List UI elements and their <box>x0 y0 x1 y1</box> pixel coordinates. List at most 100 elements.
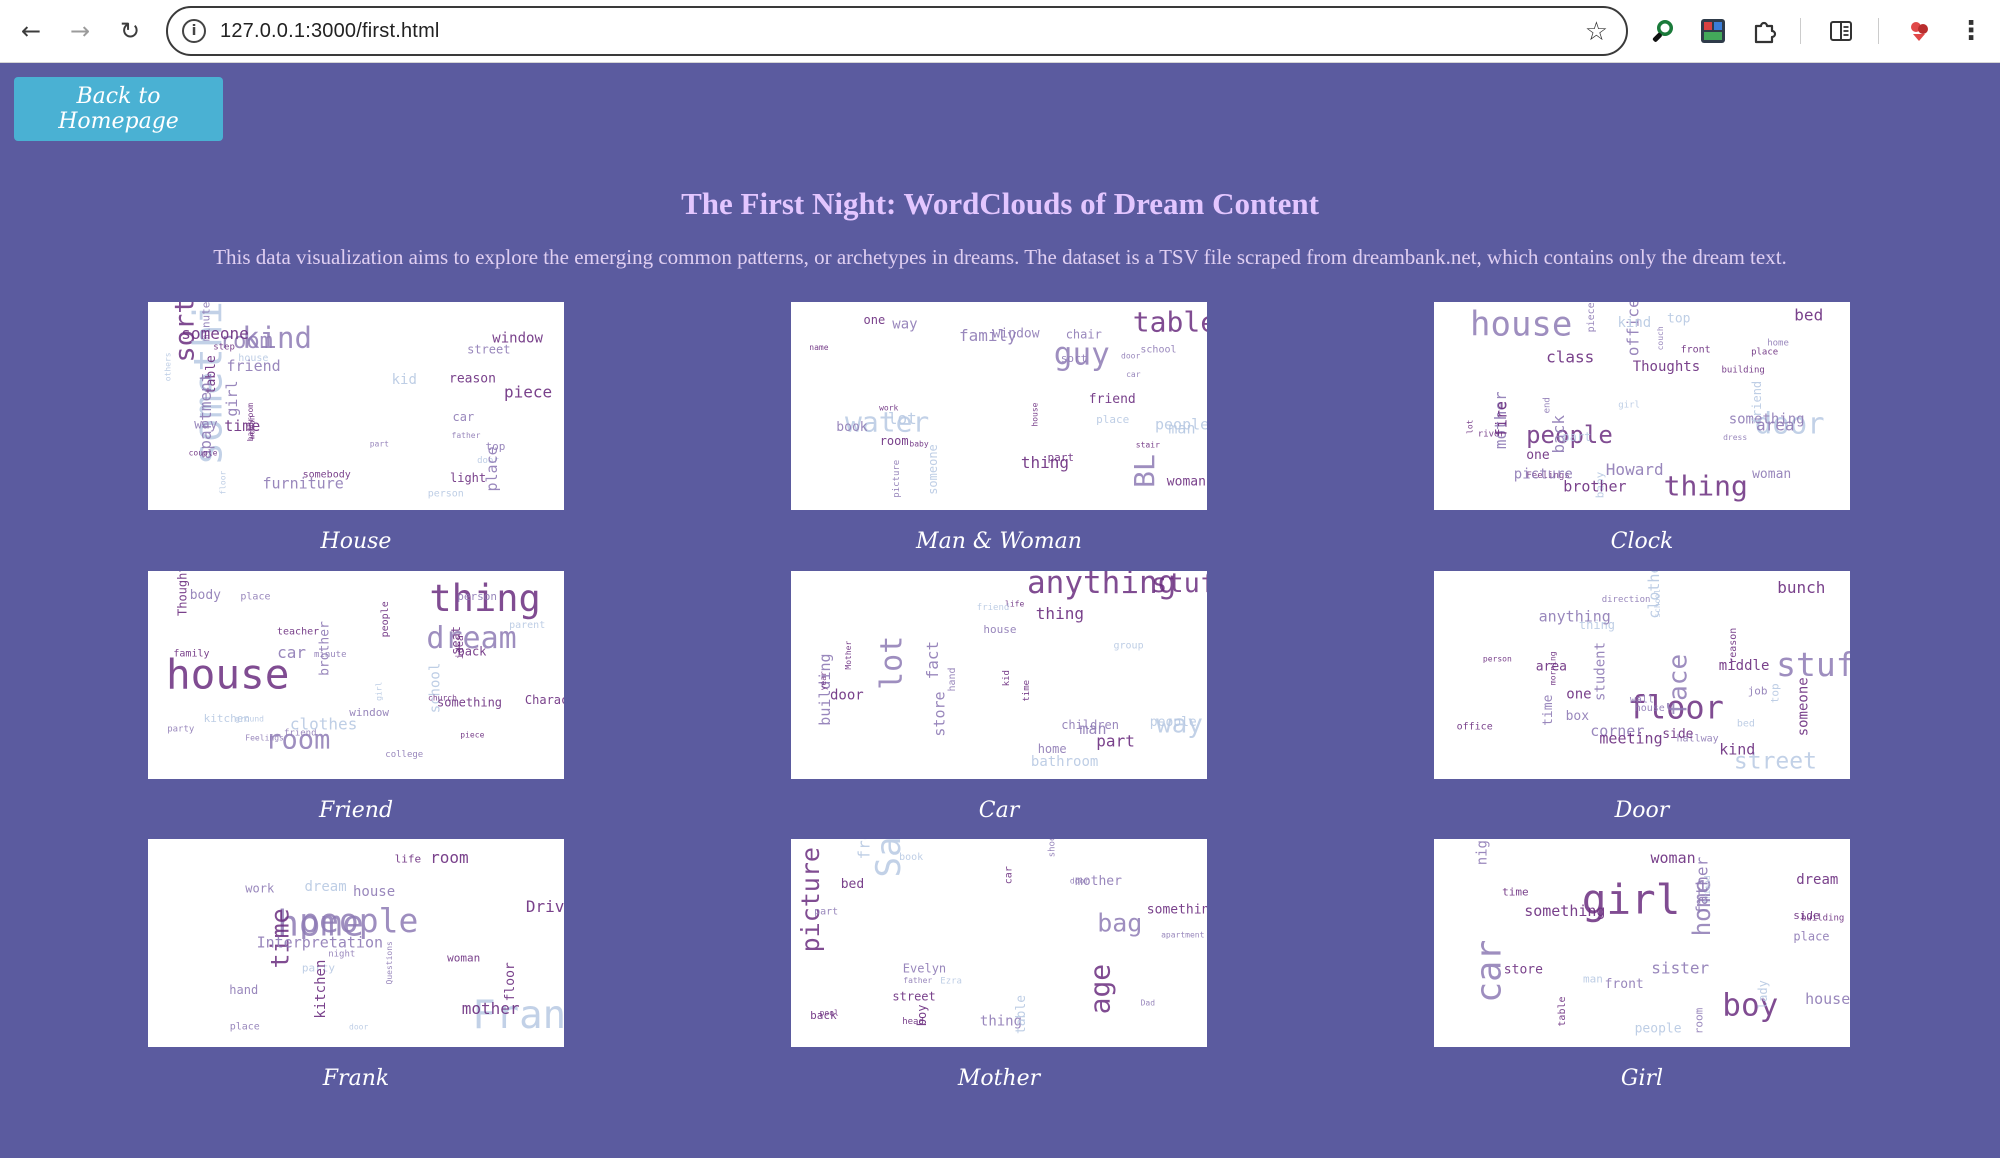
cloud-word: car <box>453 410 475 424</box>
cloud-word: Drivers <box>526 897 564 916</box>
cloud-word: face <box>1664 654 1694 717</box>
cloud-word: couple <box>189 449 218 458</box>
cloud-word: part <box>370 440 389 449</box>
wordcloud-image[interactable]: floorstuffstreetfacekindreasonhousething… <box>1434 571 1850 779</box>
wordcloud-card-friend: dream house thing room school friend something… <box>148 571 564 823</box>
cloud-word: lady <box>1756 980 1770 1009</box>
cloud-word: part <box>1563 430 1592 444</box>
wordcloud-image[interactable]: car boy girl home friend house time dream room ma… <box>1434 839 1850 1047</box>
cloud-word: someone <box>1795 677 1811 736</box>
cloud-word: fire <box>1492 401 1510 437</box>
cloud-word: something <box>1524 902 1605 920</box>
cloud-word: floor <box>218 470 227 494</box>
wordcloud-image[interactable]: dream house thing room school friend something… <box>148 571 564 779</box>
cloud-word: building <box>1722 366 1765 376</box>
cloud-word: area <box>1536 659 1567 674</box>
cloud-word: Interpretation <box>257 934 383 952</box>
cloud-word: person <box>428 489 464 500</box>
cloud-word: piece <box>504 383 552 402</box>
cloud-word: kid <box>392 372 417 388</box>
cloud-word: dream <box>305 879 347 895</box>
cloud-word: group <box>1114 641 1144 652</box>
cloud-word: side <box>1662 727 1693 742</box>
cloud-word: lot <box>1466 419 1475 434</box>
cloud-word: building <box>1801 913 1844 923</box>
cloud-word: book <box>836 420 867 435</box>
cloud-word: one <box>1526 448 1550 463</box>
wordcloud-image[interactable]: peopleFrankhometimeroomhousedreamworkmot… <box>148 839 564 1047</box>
cloud-word: name <box>809 343 828 352</box>
cloud-word: lot <box>875 636 910 690</box>
cloud-word: church <box>428 694 457 703</box>
cloud-word: table <box>1557 996 1568 1026</box>
cloud-word: thing <box>1036 604 1084 623</box>
cloud-word: time <box>1541 694 1556 725</box>
wordcloud-label: Clock <box>1610 529 1674 554</box>
cloud-word: time <box>1502 885 1529 898</box>
cloud-word: bed <box>1794 306 1823 325</box>
cloud-word: room <box>430 848 469 867</box>
cloud-word: street <box>467 343 510 357</box>
cloud-word: girl <box>374 681 383 700</box>
cloud-word: clothes <box>290 715 357 734</box>
cloud-word: year <box>819 671 828 690</box>
cloud-word: bag <box>1097 909 1142 938</box>
cloud-word: bunch <box>1777 578 1825 597</box>
cloud-word: man <box>1583 973 1603 986</box>
cloud-word: piece <box>1586 302 1597 332</box>
cloud-word: kitchen <box>313 960 329 1019</box>
cloud-word: someone <box>926 444 940 495</box>
wordcloud-image[interactable]: door house people thing something top home buil… <box>1434 302 1850 510</box>
wordcloud-label: Car <box>978 798 1020 823</box>
cloud-word: Feelings <box>245 734 284 743</box>
cloud-word: floor <box>503 962 518 1001</box>
cloud-word: chair <box>1066 328 1102 342</box>
cloud-word: ground <box>235 715 264 724</box>
cloud-word: back <box>458 645 488 659</box>
cloud-word: friend <box>227 357 281 375</box>
cloud-word: work <box>879 403 898 412</box>
cloud-word: family <box>173 649 209 660</box>
cloud-word: parent <box>509 620 545 631</box>
cloud-word: friend <box>1750 381 1764 424</box>
cloud-word: brother <box>1563 478 1626 496</box>
cloud-word: dream <box>1796 872 1838 888</box>
cloud-word: time <box>224 417 260 435</box>
wordcloud-image[interactable]: Samanthabagagepicturedoorbookfatherbedhe… <box>791 839 1207 1047</box>
cloud-word: part <box>1048 451 1075 464</box>
cloud-word: night <box>1475 839 1491 865</box>
wordcloud-label: Mother <box>957 1066 1041 1091</box>
cloud-word: student <box>1593 642 1609 701</box>
cloud-word: something <box>1147 902 1207 917</box>
cloud-word: dress <box>1723 433 1747 442</box>
cloud-word: hand <box>229 983 258 997</box>
cloud-word: friend <box>1089 392 1136 407</box>
cloud-word: place <box>1751 348 1778 358</box>
cloud-word: sister <box>1651 958 1709 977</box>
cloud-word: reason <box>449 371 496 386</box>
cloud-word: woman <box>1167 474 1206 489</box>
cloud-word: top <box>486 440 506 453</box>
cloud-word: brother <box>318 621 333 676</box>
cloud-word: friend <box>977 603 1010 613</box>
cloud-word: room <box>880 434 909 448</box>
cloud-word: end <box>1543 397 1553 413</box>
wordcloud-label: Friend <box>318 798 394 823</box>
cloud-word: family <box>959 326 1017 345</box>
cloud-word: stuff <box>1151 571 1207 599</box>
cloud-word: someone <box>181 324 248 343</box>
cloud-word: kind <box>1618 315 1652 331</box>
cloud-word: party <box>167 725 195 735</box>
wordcloud-image[interactable]: BLwaterguytablefrienddoormancarhousethin… <box>791 302 1207 510</box>
cloud-word: hand <box>947 667 958 691</box>
wordcloud-image[interactable]: sort room something kind reason table minute ot… <box>148 302 564 510</box>
cloud-word: couch <box>1656 326 1665 350</box>
cloud-word: person <box>457 590 497 603</box>
wordcloud-card-man-woman: BLwaterguytablefrienddoormancarhousethin… <box>791 302 1207 554</box>
cloud-word: furniture <box>263 474 344 492</box>
cloud-word: Character <box>525 693 564 707</box>
wordcloud-image[interactable]: anythingstufflotwaymandoorthinghousepeop… <box>791 571 1207 779</box>
cloud-word: apartment <box>196 373 215 460</box>
cloud-word: people <box>1155 416 1207 434</box>
cloud-word: step <box>213 343 235 353</box>
